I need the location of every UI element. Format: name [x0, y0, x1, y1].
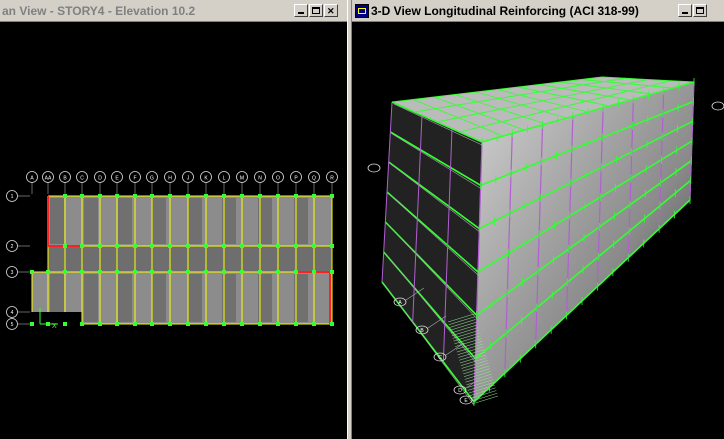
- grid-label-y: 3: [11, 270, 14, 276]
- plan-view-title: an View - STORY4 - Elevation 10.2: [2, 3, 196, 18]
- plan-view-window[interactable]: an View - STORY4 - Elevation 10.2 ✕ A AA…: [0, 0, 347, 439]
- grid-label-x: P: [294, 176, 298, 182]
- grid-label-x: F: [133, 176, 136, 182]
- close-icon[interactable]: [324, 4, 338, 17]
- grid-label-x: E: [115, 176, 119, 182]
- grid-label-x: J: [187, 176, 190, 182]
- 3d-view-window[interactable]: 3-D View Longitudinal Reinforcing (ACI 3…: [352, 0, 724, 439]
- 3d-view-canvas[interactable]: ABCDE: [352, 22, 724, 439]
- plan-view-titlebar[interactable]: an View - STORY4 - Elevation 10.2: [0, 0, 347, 22]
- grid-label-x: C: [80, 176, 84, 182]
- building-model: [381, 76, 695, 406]
- etabs-app-icon: [355, 3, 369, 18]
- grid-label-x: AA: [45, 176, 52, 182]
- minimize-icon[interactable]: [678, 4, 692, 17]
- grid-label-y: 1: [11, 194, 14, 200]
- grid-label-x: K: [204, 176, 208, 182]
- plan-view-canvas[interactable]: A AA B C D E F G H J K L M N O P Q R12345 X: [0, 22, 347, 439]
- grid-label-x: N: [258, 176, 262, 182]
- svg-text:X: X: [52, 323, 57, 330]
- plan-view-window-buttons: [294, 4, 338, 17]
- grid-label-x: L: [223, 176, 226, 182]
- grid-label-y: 5: [11, 322, 14, 328]
- 3d-view-title: 3-D View Longitudinal Reinforcing (ACI 3…: [371, 3, 639, 18]
- maximize-icon[interactable]: [309, 4, 323, 17]
- 3d-grid-label: C: [438, 355, 442, 361]
- 3d-view-titlebar[interactable]: 3-D View Longitudinal Reinforcing (ACI 3…: [352, 0, 724, 22]
- grid-label-x: B: [63, 176, 67, 182]
- 3d-grid-label: E: [464, 398, 468, 404]
- minimize-icon[interactable]: [294, 4, 308, 17]
- 3d-view-window-buttons: [678, 4, 707, 17]
- grid-label-x: M: [240, 176, 244, 182]
- 3d-grid-label: D: [458, 388, 462, 394]
- grid-label-x: Q: [312, 176, 316, 182]
- grid-label-x: D: [98, 176, 102, 182]
- grid-label-x: H: [168, 176, 172, 182]
- grid-label-x: R: [330, 176, 334, 182]
- grid-label-y: 2: [11, 244, 14, 250]
- slab-panels: [32, 196, 332, 326]
- maximize-icon[interactable]: [693, 4, 707, 17]
- grid-label-x: O: [276, 176, 280, 182]
- grid-label-x: G: [150, 176, 154, 182]
- grid-label-x: A: [30, 176, 34, 182]
- grid-label-y: 4: [11, 310, 14, 316]
